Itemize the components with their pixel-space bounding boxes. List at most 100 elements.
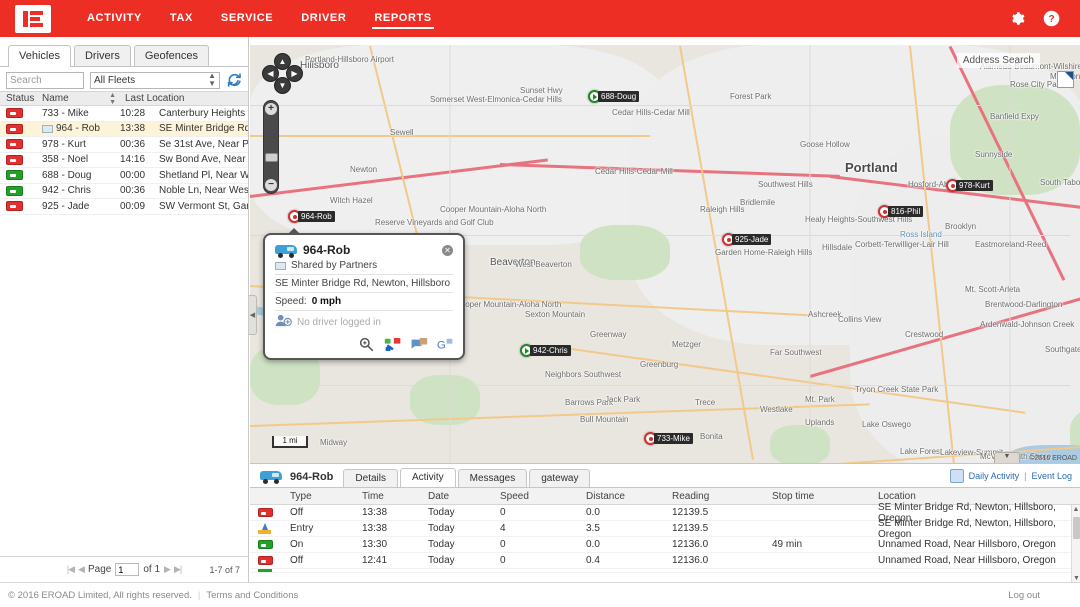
tab-vehicles[interactable]: Vehicles bbox=[8, 45, 71, 67]
last-page-button[interactable]: ▶| bbox=[174, 564, 182, 575]
map-place-label: Greenway bbox=[590, 330, 627, 339]
column-last-location: Last Location bbox=[125, 93, 185, 104]
nav-item-activity[interactable]: ACTIVITY bbox=[73, 0, 156, 37]
message-icon[interactable] bbox=[410, 337, 428, 352]
tab-messages[interactable]: Messages bbox=[457, 469, 528, 487]
settings-button[interactable] bbox=[1000, 0, 1034, 37]
prev-page-button[interactable]: ◀ bbox=[78, 564, 85, 575]
zoom-out-button[interactable]: − bbox=[265, 179, 277, 191]
sidebar-collapse-handle[interactable]: ◀ bbox=[249, 295, 257, 335]
pan-down-button[interactable]: ▼ bbox=[274, 77, 291, 94]
vehicle-status-cell bbox=[0, 185, 42, 196]
fleet-filter-dropdown[interactable]: All Fleets ▲ ▼ bbox=[90, 71, 220, 89]
vehicle-row[interactable]: 733 - Mike 10:28 Canterbury Heights bbox=[0, 106, 248, 122]
event-log-link[interactable]: Event Log bbox=[1031, 471, 1072, 481]
map-place-label: Newton bbox=[350, 165, 378, 174]
map-layers-toggle-icon[interactable] bbox=[1057, 71, 1074, 88]
zoom-in-button[interactable]: + bbox=[265, 103, 277, 115]
map-place-label: Crestwood bbox=[905, 330, 944, 339]
column-distance: Distance bbox=[586, 490, 625, 502]
detail-panel-links: Daily Activity | Event Log bbox=[949, 469, 1072, 483]
activity-date-cell: Today bbox=[428, 539, 455, 550]
map-vehicle-marker[interactable]: 925-Jade bbox=[722, 233, 772, 246]
scrollbar-thumb[interactable] bbox=[1073, 517, 1080, 539]
next-page-button[interactable]: ▶ bbox=[164, 564, 171, 575]
activity-date-cell: Today bbox=[428, 523, 455, 534]
eroad-logo[interactable] bbox=[15, 4, 51, 33]
activity-table-scrollbar[interactable]: ▲ ▼ bbox=[1071, 505, 1080, 583]
activity-row-partial[interactable] bbox=[250, 569, 1080, 573]
refresh-icon[interactable] bbox=[226, 72, 242, 88]
map-place-label: Hillsdale bbox=[822, 243, 853, 252]
map-vehicle-marker[interactable]: 688-Doug bbox=[588, 90, 640, 103]
map-vehicle-marker[interactable]: 978-Kurt bbox=[946, 179, 993, 192]
vehicle-location-cell: Noble Ln, Near West L bbox=[159, 185, 248, 197]
tab-gateway[interactable]: gateway bbox=[529, 469, 591, 487]
activity-reading-cell: 12136.0 bbox=[672, 555, 709, 566]
first-page-button[interactable]: |◀ bbox=[67, 564, 75, 575]
map-collapse-handle[interactable]: ▼ bbox=[994, 452, 1020, 463]
vehicle-row[interactable]: 942 - Chris 00:36 Noble Ln, Near West L bbox=[0, 184, 248, 199]
map-place-label: Goose Hollow bbox=[800, 140, 850, 149]
map-attribution: ©2016 EROAD bbox=[1029, 455, 1077, 462]
logout-link[interactable]: Log out bbox=[1008, 590, 1040, 601]
tab-geofences[interactable]: Geofences bbox=[133, 45, 210, 66]
map-place-label: Brooklyn bbox=[945, 222, 977, 231]
map-place-label: Greenburg bbox=[640, 360, 679, 369]
status-badge bbox=[6, 185, 23, 196]
map-place-label: Trece bbox=[695, 398, 716, 407]
close-icon[interactable]: ✕ bbox=[442, 244, 453, 256]
sidebar-tabs: Vehicles Drivers Geofences bbox=[0, 45, 248, 67]
map-vehicle-marker[interactable]: 942-Chris bbox=[520, 344, 571, 357]
zoom-slider-handle[interactable] bbox=[265, 153, 278, 162]
vehicle-row[interactable]: 688 - Doug 00:00 Shetland Pl, Near Wes bbox=[0, 168, 248, 184]
nav-item-service[interactable]: SERVICE bbox=[207, 0, 287, 37]
terms-link[interactable]: Terms and Conditions bbox=[206, 590, 298, 601]
vehicle-row[interactable]: 978 - Kurt 00:36 Se 31st Ave, Near Port bbox=[0, 137, 248, 153]
map-place-label: Banfield Expy bbox=[990, 112, 1039, 121]
activity-location-cell: SE Minter Bridge Rd, Newton, Hillsboro, … bbox=[878, 517, 1056, 540]
tab-activity[interactable]: Activity bbox=[399, 468, 456, 487]
activity-row[interactable]: Off 12:41 Today 0 0.4 12136.0 Unnamed Road, Ne… bbox=[250, 553, 1080, 569]
address-search-box[interactable]: Address Search bbox=[956, 53, 1040, 68]
map-place-label: Mt. Scott-Arleta bbox=[965, 285, 1021, 294]
scroll-up-arrow-icon[interactable]: ▲ bbox=[1072, 505, 1080, 514]
help-icon: ? bbox=[1043, 10, 1060, 27]
route-icon[interactable] bbox=[384, 337, 401, 352]
activity-row[interactable]: Entry 13:38 Today 4 3.5 12139.5 SE Minter Brid… bbox=[250, 517, 1080, 540]
activity-reading-cell: 12136.0 bbox=[672, 539, 709, 550]
column-name-label: Name bbox=[42, 93, 69, 104]
street-view-icon[interactable]: G bbox=[436, 337, 453, 352]
activity-icon-cell bbox=[250, 540, 290, 549]
map-vehicle-marker[interactable]: 816-Phil bbox=[878, 205, 924, 218]
column-name[interactable]: Name ▲ ▼ bbox=[42, 92, 120, 106]
help-button[interactable]: ? bbox=[1034, 0, 1068, 37]
activity-row[interactable]: On 13:30 Today 0 0.0 12136.0 49 min Unnamed Roa… bbox=[250, 537, 1080, 553]
nav-item-driver[interactable]: DRIVER bbox=[287, 0, 360, 37]
zoom-icon[interactable] bbox=[358, 337, 375, 352]
map-vehicle-marker[interactable]: 733-Mike bbox=[644, 432, 693, 445]
map-place-label: Lake Forest bbox=[900, 447, 943, 456]
daily-activity-link[interactable]: Daily Activity bbox=[969, 471, 1020, 481]
page-number-input[interactable] bbox=[115, 563, 140, 576]
activity-time-cell: 12:41 bbox=[362, 555, 388, 566]
main-nav: ACTIVITY TAX SERVICE DRIVER REPORTS bbox=[73, 0, 446, 37]
marker-label: 816-Phil bbox=[888, 206, 924, 217]
nav-item-tax[interactable]: TAX bbox=[156, 0, 207, 37]
map-place-label: Cooper Mountain-Aloha North bbox=[455, 300, 562, 309]
link-separator: | bbox=[1024, 471, 1027, 481]
tab-drivers[interactable]: Drivers bbox=[73, 45, 131, 66]
nav-item-reports[interactable]: REPORTS bbox=[360, 0, 445, 37]
vehicle-list-header: Status Name ▲ ▼ Last Location bbox=[0, 91, 248, 106]
van-icon-small bbox=[260, 470, 282, 484]
vehicle-row[interactable]: 925 - Jade 00:09 SW Vermont St, Garden bbox=[0, 199, 248, 215]
search-input[interactable] bbox=[6, 71, 84, 89]
map-zoom-control[interactable]: + − bbox=[263, 100, 279, 194]
activity-time-cell: 13:38 bbox=[362, 523, 388, 534]
vehicle-row[interactable]: 358 - Noel 14:16 Sw Bond Ave, Near Po bbox=[0, 153, 248, 168]
vehicle-row[interactable]: 964 - Rob 13:38 SE Minter Bridge Rd, Ne bbox=[0, 121, 248, 137]
tab-details[interactable]: Details bbox=[343, 469, 398, 487]
map-place-label: Witch Hazel bbox=[330, 196, 373, 205]
map-place-label: Cooper Mountain-Aloha North bbox=[440, 205, 547, 214]
map-place-label: Collins View bbox=[838, 315, 882, 324]
